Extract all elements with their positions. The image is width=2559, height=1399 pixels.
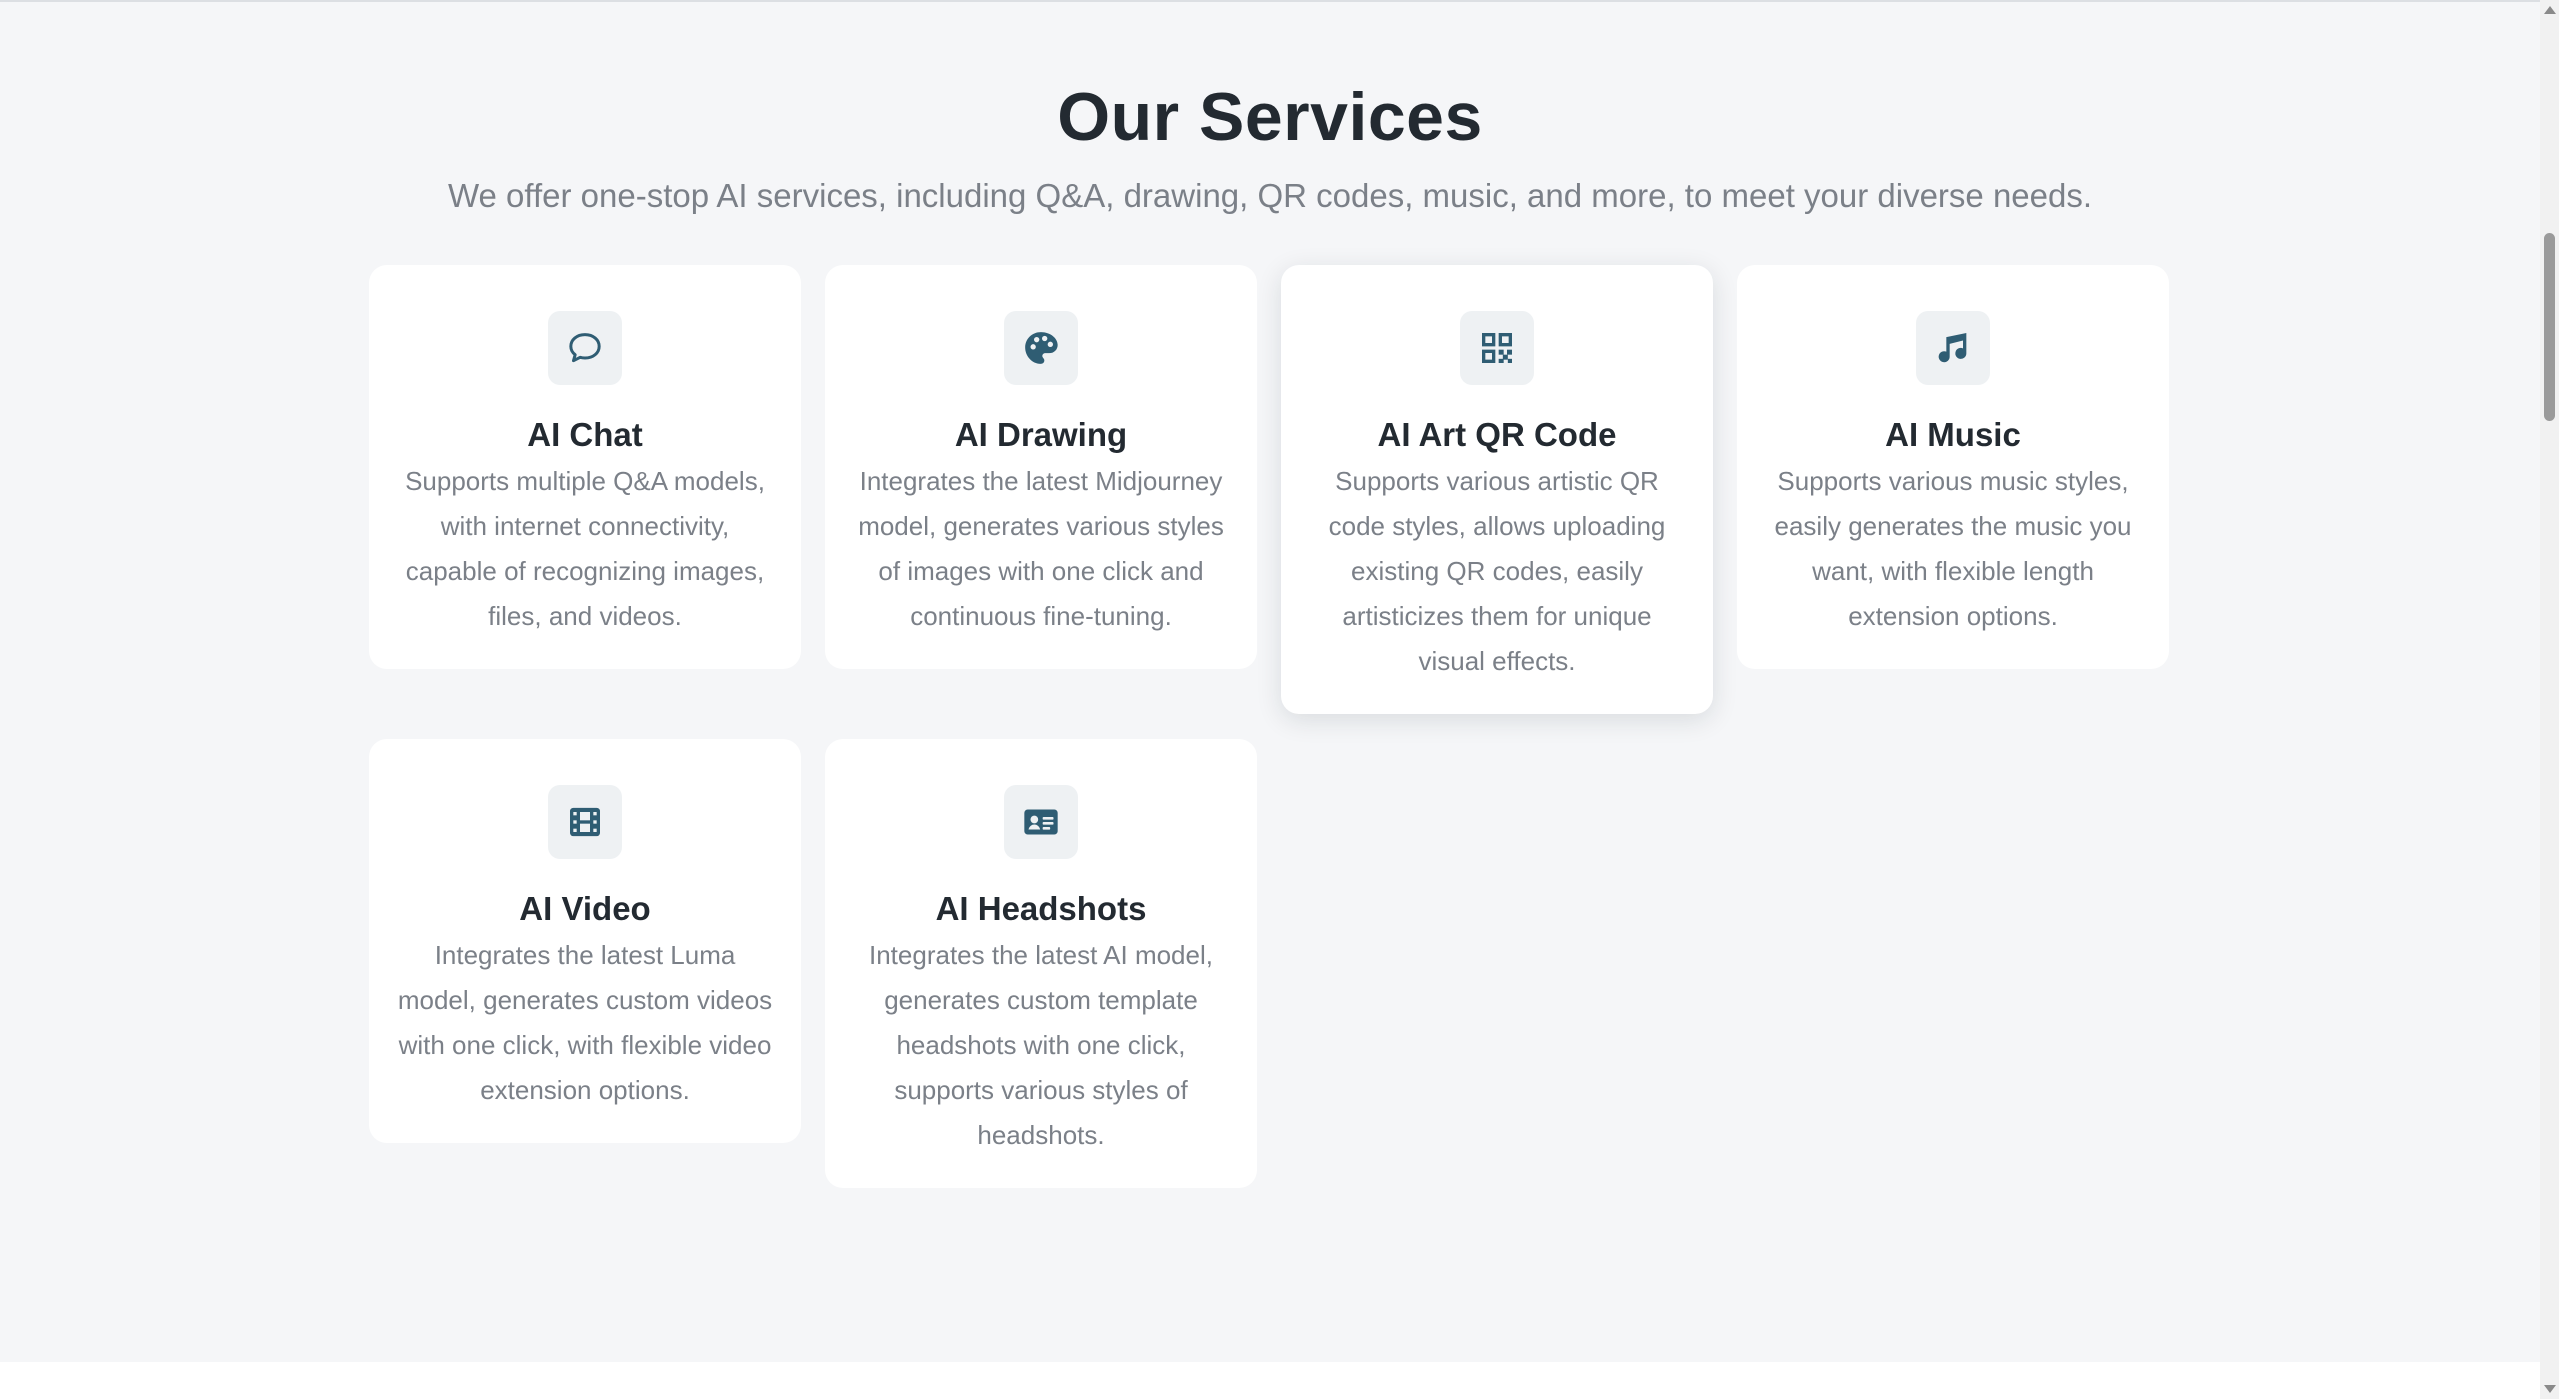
section-subtitle: We offer one-stop AI services, including…: [447, 177, 2093, 214]
scroll-up-arrow-icon[interactable]: [2544, 6, 2556, 14]
palette-icon: [1004, 311, 1078, 385]
service-card-ai-art-qr-code[interactable]: AI Art QR Code Supports various artistic…: [1281, 265, 1713, 714]
id-card-icon: [1004, 785, 1078, 859]
services-page: Our Services We offer one-stop AI servic…: [0, 0, 2540, 1399]
service-title: AI Chat: [527, 416, 643, 453]
service-description: Integrates the latest Luma model, genera…: [397, 940, 773, 1105]
chat-bubble-icon: [548, 311, 622, 385]
service-title: AI Music: [1885, 416, 2021, 453]
service-description: Integrates the latest Midjourney model, …: [858, 466, 1224, 631]
scrollbar-thumb[interactable]: [2544, 233, 2555, 421]
service-description: Supports various artistic QR code styles…: [1328, 466, 1666, 676]
service-description: Integrates the latest AI model, generate…: [869, 940, 1213, 1150]
footer-band: [0, 1362, 2540, 1399]
service-description: Supports multiple Q&A models, with inter…: [405, 466, 765, 631]
service-title: AI Drawing: [954, 416, 1128, 453]
music-note-icon: [1916, 311, 1990, 385]
service-card-ai-drawing[interactable]: AI Drawing Integrates the latest Midjour…: [825, 265, 1257, 669]
service-description: Supports various music styles, easily ge…: [1774, 466, 2132, 631]
service-card-ai-music[interactable]: AI Music Supports various music styles, …: [1737, 265, 2169, 669]
vertical-scrollbar[interactable]: [2540, 0, 2559, 1399]
service-title: AI Art QR Code: [1377, 416, 1617, 453]
service-card-ai-video[interactable]: AI Video Integrates the latest Luma mode…: [369, 739, 801, 1143]
service-card-ai-chat[interactable]: AI Chat Supports multiple Q&A models, wi…: [369, 265, 801, 669]
scroll-down-arrow-icon[interactable]: [2544, 1385, 2556, 1393]
section-title: Our Services: [1057, 79, 1483, 155]
service-card-ai-headshots[interactable]: AI Headshots Integrates the latest AI mo…: [825, 739, 1257, 1188]
service-title: AI Headshots: [935, 890, 1147, 927]
top-divider: [0, 0, 2540, 2]
service-title: AI Video: [519, 890, 651, 927]
film-icon: [548, 785, 622, 859]
qr-code-icon: [1460, 311, 1534, 385]
